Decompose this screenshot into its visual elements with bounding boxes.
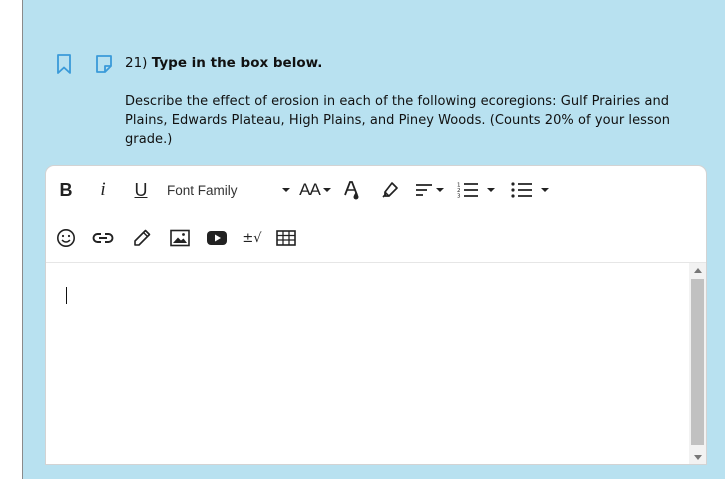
highlighter-icon [382, 182, 398, 198]
editor-content-area[interactable] [46, 263, 689, 464]
font-family-label: Font Family [167, 182, 238, 198]
chevron-down-icon [322, 188, 331, 192]
scroll-up-button[interactable] [689, 263, 706, 277]
unordered-list-icon [511, 182, 532, 198]
editor-scrollbar[interactable] [689, 263, 706, 464]
insert-table-button[interactable] [274, 224, 298, 252]
question-header: 21) Type in the box below. [125, 55, 322, 71]
unordered-list-dropdown[interactable] [508, 176, 552, 204]
link-icon [92, 233, 114, 243]
align-dropdown[interactable] [412, 176, 446, 204]
italic-button[interactable]: i [96, 176, 110, 204]
bookmark-icon[interactable] [53, 53, 75, 75]
ordered-list-dropdown[interactable]: 1 2 3 [454, 176, 498, 204]
emoticon-button[interactable] [54, 224, 78, 252]
text-color-button[interactable] [340, 176, 364, 204]
font-size-dropdown[interactable]: AA [298, 176, 332, 204]
align-icon [415, 184, 432, 196]
rich-text-editor: B i U Font Family AA 1 2 3 ±√ [45, 165, 707, 465]
font-family-dropdown[interactable]: Font Family [167, 176, 297, 204]
chevron-down-icon [281, 188, 290, 192]
left-strip [0, 0, 23, 479]
text-color-icon [344, 181, 359, 200]
toolbar-row-1: B i U Font Family AA 1 2 3 [46, 166, 706, 214]
scroll-down-icon [693, 454, 702, 460]
table-icon [276, 230, 296, 246]
scroll-up-icon [693, 267, 702, 273]
svg-text:3: 3 [457, 194, 461, 200]
video-icon [207, 231, 227, 245]
pencil-icon [134, 229, 151, 246]
scrollbar-thumb[interactable] [691, 279, 704, 445]
question-instruction: Type in the box below. [151, 55, 323, 71]
chevron-down-icon [541, 188, 549, 192]
image-icon [170, 229, 190, 247]
question-prompt: Describe the effect of erosion in each o… [125, 94, 671, 147]
toolbar-row-2: ±√ [46, 214, 706, 262]
ordered-list-icon: 1 2 3 [457, 183, 478, 200]
bold-button[interactable]: B [58, 176, 74, 204]
insert-link-button[interactable] [91, 224, 115, 252]
chevron-down-icon [487, 188, 495, 192]
insert-video-button[interactable] [205, 224, 229, 252]
scroll-down-button[interactable] [689, 450, 706, 464]
draw-button[interactable] [130, 224, 154, 252]
insert-image-button[interactable] [168, 224, 192, 252]
math-icon: ±√ [242, 230, 262, 246]
insert-math-button[interactable]: ±√ [240, 224, 264, 252]
smiley-icon [57, 229, 75, 247]
underline-button[interactable]: U [132, 176, 150, 204]
question-number: 21) [125, 55, 148, 71]
highlight-button[interactable] [378, 176, 402, 204]
text-cursor [66, 287, 67, 304]
note-icon[interactable] [93, 53, 115, 75]
font-size-icon: AA [299, 180, 321, 199]
chevron-down-icon [435, 188, 444, 192]
